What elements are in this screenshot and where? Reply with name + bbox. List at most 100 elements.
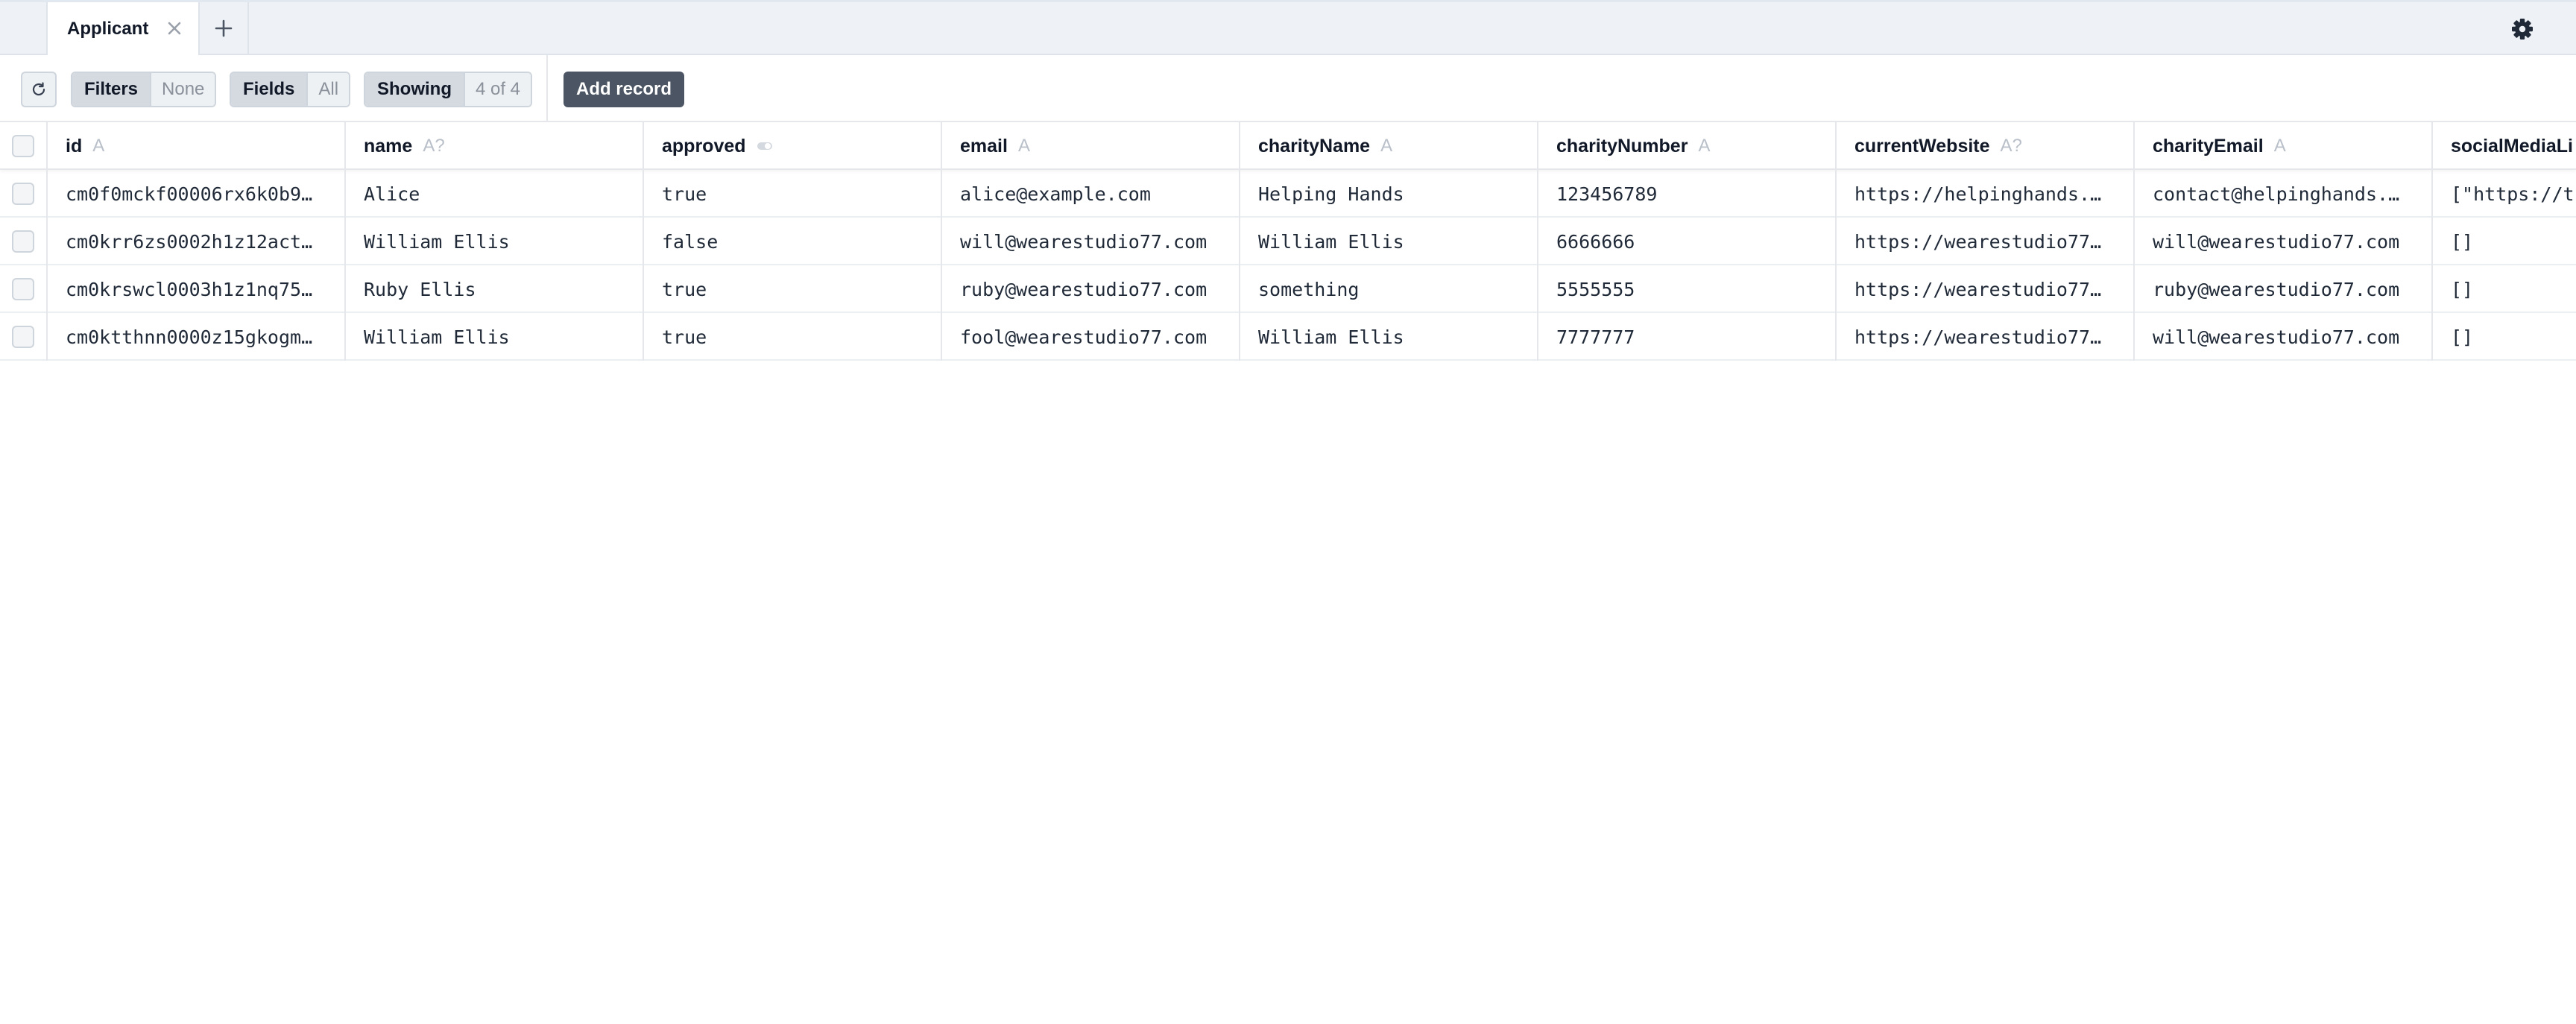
column-header-7[interactable]: charityEmail A: [2135, 122, 2433, 170]
table-cell[interactable]: []: [2433, 265, 2576, 313]
column-header-5[interactable]: charityNumber A: [1538, 122, 1837, 170]
table-cell[interactable]: cm0krr6zs0002h1z12act…: [48, 218, 346, 265]
column-name: charityNumber: [1556, 135, 1688, 157]
cell-value: cm0f0mckf00006rx6k0b9…: [66, 183, 313, 205]
plus-icon: [215, 19, 233, 37]
gear-icon[interactable]: [2510, 17, 2534, 41]
cell-value: https://wearestudio77…: [1854, 230, 2102, 253]
table-cell[interactable]: true: [644, 313, 942, 361]
toolbar-divider: [546, 55, 548, 121]
cell-value: cm0krr6zs0002h1z12act…: [66, 230, 313, 253]
table-cell[interactable]: Ruby Ellis: [346, 265, 644, 313]
table-cell[interactable]: ruby@wearestudio77.com: [2135, 265, 2433, 313]
row-select-cell: [0, 170, 48, 218]
table-cell[interactable]: cm0krswcl0003h1z1nq75…: [48, 265, 346, 313]
column-header-3[interactable]: email A: [942, 122, 1240, 170]
cell-value: William Ellis: [1258, 230, 1404, 253]
tab-bar: Applicant: [0, 0, 2576, 55]
tab-applicant[interactable]: Applicant: [48, 2, 200, 55]
table-cell[interactable]: fool@wearestudio77.com: [942, 313, 1240, 361]
cell-value: will@wearestudio77.com: [2153, 326, 2400, 348]
cell-value: will@wearestudio77.com: [2153, 230, 2400, 253]
table-cell[interactable]: https://wearestudio77…: [1837, 313, 2135, 361]
table-cell[interactable]: Helping Hands: [1240, 170, 1538, 218]
table-cell[interactable]: true: [644, 170, 942, 218]
table-cell[interactable]: https://helpinghands.…: [1837, 170, 2135, 218]
table-cell[interactable]: will@wearestudio77.com: [2135, 218, 2433, 265]
cell-value: Helping Hands: [1258, 183, 1404, 205]
column-name: charityName: [1258, 135, 1371, 157]
add-tab-button[interactable]: [200, 2, 249, 54]
cell-value: William Ellis: [1258, 326, 1404, 348]
row-select-cell: [0, 218, 48, 265]
table-cell[interactable]: something: [1240, 265, 1538, 313]
row-checkbox[interactable]: [12, 278, 34, 300]
table-cell[interactable]: ["https://t: [2433, 170, 2576, 218]
column-type-hint: A?: [2000, 136, 2022, 156]
select-all-checkbox[interactable]: [12, 135, 34, 157]
table-cell[interactable]: 123456789: [1538, 170, 1837, 218]
refresh-button[interactable]: [21, 72, 57, 107]
cell-value: William Ellis: [364, 326, 510, 348]
refresh-icon: [32, 82, 45, 96]
table-cell[interactable]: will@wearestudio77.com: [942, 218, 1240, 265]
column-header-4[interactable]: charityName A: [1240, 122, 1538, 170]
table-row[interactable]: cm0f0mckf00006rx6k0b9… Alice true alice@exa…: [0, 170, 2576, 218]
table-cell[interactable]: https://wearestudio77…: [1837, 218, 2135, 265]
tab-bar-spacer: [0, 2, 48, 54]
table-cell[interactable]: https://wearestudio77…: [1837, 265, 2135, 313]
cell-value: ["https://t: [2451, 183, 2575, 205]
table-cell[interactable]: 7777777: [1538, 313, 1837, 361]
showing-control[interactable]: Showing 4 of 4: [364, 72, 533, 107]
table-cell[interactable]: William Ellis: [346, 313, 644, 361]
cell-value: true: [662, 278, 707, 300]
table-cell[interactable]: William Ellis: [1240, 218, 1538, 265]
column-name: approved: [662, 135, 746, 157]
table-cell[interactable]: William Ellis: [346, 218, 644, 265]
fields-control[interactable]: Fields All: [230, 72, 351, 107]
fields-label: Fields: [231, 73, 307, 106]
add-record-button[interactable]: Add record: [564, 72, 684, 107]
column-type-hint: A: [1698, 136, 1711, 156]
row-checkbox[interactable]: [12, 326, 34, 348]
column-header-2[interactable]: approved: [644, 122, 942, 170]
table-cell[interactable]: cm0ktthnn0000z15gkogm…: [48, 313, 346, 361]
table-cell[interactable]: William Ellis: [1240, 313, 1538, 361]
table-cell[interactable]: ruby@wearestudio77.com: [942, 265, 1240, 313]
column-type-hint: A?: [423, 136, 445, 156]
table-cell[interactable]: Alice: [346, 170, 644, 218]
table-cell[interactable]: contact@helpinghands.…: [2135, 170, 2433, 218]
cell-value: https://wearestudio77…: [1854, 326, 2102, 348]
column-header-1[interactable]: name A?: [346, 122, 644, 170]
column-header-8[interactable]: socialMediaLi: [2433, 122, 2576, 170]
select-all-cell: [0, 122, 48, 170]
cell-value: contact@helpinghands.…: [2153, 183, 2400, 205]
table-cell[interactable]: alice@example.com: [942, 170, 1240, 218]
close-icon[interactable]: [163, 17, 186, 39]
table-cell[interactable]: []: [2433, 218, 2576, 265]
cell-value: true: [662, 326, 707, 348]
column-name: email: [960, 135, 1008, 157]
table-row[interactable]: cm0ktthnn0000z15gkogm… William Ellis true f…: [0, 313, 2576, 361]
cell-value: Ruby Ellis: [364, 278, 476, 300]
row-checkbox[interactable]: [12, 183, 34, 205]
table-cell[interactable]: []: [2433, 313, 2576, 361]
filters-control[interactable]: Filters None: [71, 72, 217, 107]
table-cell[interactable]: false: [644, 218, 942, 265]
table-row[interactable]: cm0krswcl0003h1z1nq75… Ruby Ellis true ruby…: [0, 265, 2576, 313]
column-name: id: [66, 135, 83, 157]
cell-value: 5555555: [1556, 278, 1635, 300]
column-header-0[interactable]: id A: [48, 122, 346, 170]
filters-label: Filters: [72, 73, 151, 106]
table-cell[interactable]: true: [644, 265, 942, 313]
row-select-cell: [0, 265, 48, 313]
table-cell[interactable]: will@wearestudio77.com: [2135, 313, 2433, 361]
showing-value: 4 of 4: [463, 73, 531, 106]
column-header-6[interactable]: currentWebsite A?: [1837, 122, 2135, 170]
cell-value: 123456789: [1556, 183, 1658, 205]
table-cell[interactable]: cm0f0mckf00006rx6k0b9…: [48, 170, 346, 218]
table-row[interactable]: cm0krr6zs0002h1z12act… William Ellis false…: [0, 218, 2576, 265]
table-cell[interactable]: 5555555: [1538, 265, 1837, 313]
row-checkbox[interactable]: [12, 230, 34, 253]
table-cell[interactable]: 6666666: [1538, 218, 1837, 265]
